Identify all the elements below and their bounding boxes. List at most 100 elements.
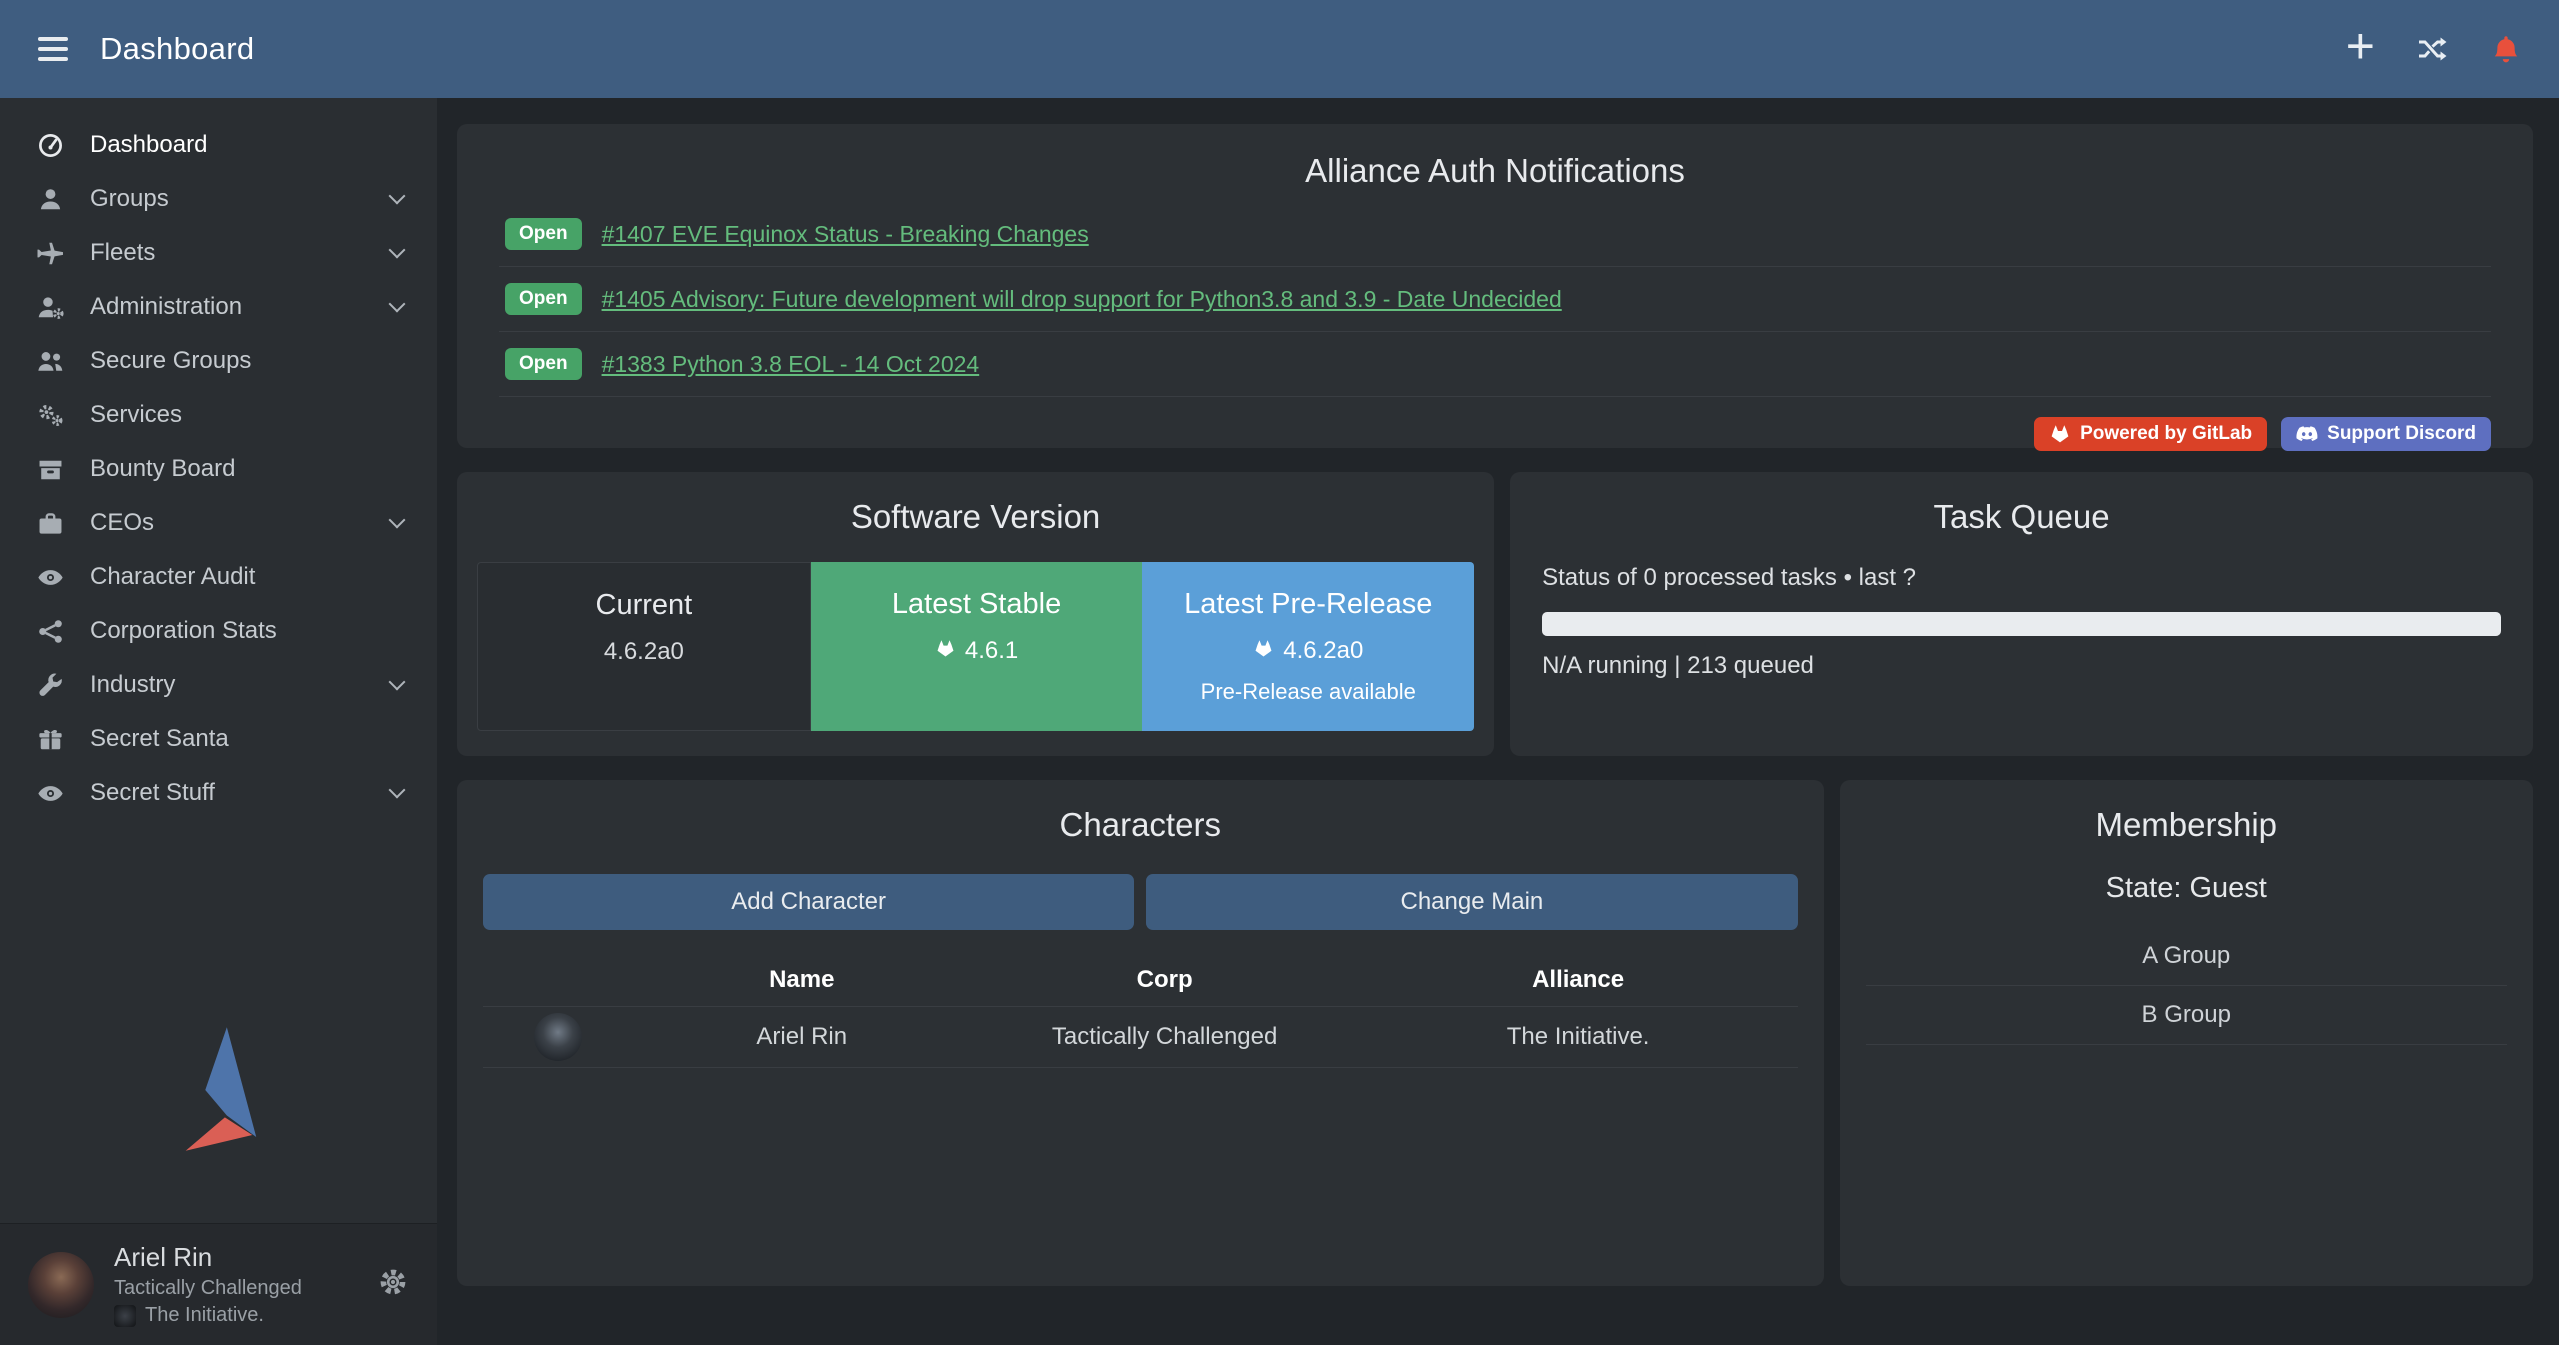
user-gear-icon	[34, 294, 66, 321]
column-header-corp: Corp	[971, 954, 1359, 1006]
sidebar-item-services[interactable]: Services	[0, 388, 437, 442]
table-header-row: Name Corp Alliance	[483, 954, 1798, 1006]
users-icon	[34, 348, 66, 375]
character-alliance: The Initiative.	[1359, 1015, 1798, 1059]
alliance-logo-small	[114, 1305, 136, 1327]
gitlab-icon	[935, 637, 956, 665]
current-version-card: Current 4.6.2a0	[477, 562, 811, 731]
portrait-column-header	[483, 968, 633, 992]
sidebar-item-dashboard[interactable]: Dashboard	[0, 118, 437, 172]
membership-panel: Membership State: Guest A Group B Group	[1840, 780, 2534, 1286]
sidebar-item-groups[interactable]: Groups	[0, 172, 437, 226]
shuffle-icon[interactable]	[2417, 35, 2449, 63]
notification-row: Open #1383 Python 3.8 EOL - 14 Oct 2024	[499, 332, 2491, 397]
user-name: Ariel Rin	[114, 1242, 302, 1273]
list-item: A Group	[1866, 927, 2508, 986]
sidebar-item-ceos[interactable]: CEOs	[0, 496, 437, 550]
hamburger-menu-icon[interactable]	[38, 31, 68, 67]
navbar-actions: +	[2346, 27, 2521, 71]
briefcase-icon	[34, 510, 66, 537]
prerelease-version: 4.6.2a0	[1283, 637, 1363, 665]
notification-row: Open #1405 Advisory: Future development …	[499, 267, 2491, 332]
latest-prerelease-card: Latest Pre-Release 4.6.2a0 Pre-Release a…	[1142, 562, 1474, 731]
chevron-down-icon	[389, 296, 406, 313]
version-cards: Current 4.6.2a0 Latest Stable 4.6.1 Late…	[477, 562, 1474, 731]
sidebar-item-secret-stuff[interactable]: Secret Stuff	[0, 766, 437, 820]
column-header-alliance: Alliance	[1359, 954, 1798, 1006]
user-settings-gear-icon[interactable]	[377, 1266, 409, 1303]
notification-link[interactable]: #1383 Python 3.8 EOL - 14 Oct 2024	[602, 351, 980, 378]
main-content: Alliance Auth Notifications Open #1407 E…	[437, 98, 2559, 1345]
user-icon	[34, 186, 66, 213]
sidebar-item-secret-santa[interactable]: Secret Santa	[0, 712, 437, 766]
user-panel: Ariel Rin Tactically Challenged The Init…	[0, 1223, 437, 1345]
column-header-name: Name	[633, 954, 971, 1006]
sidebar-item-industry[interactable]: Industry	[0, 658, 437, 712]
task-queue-panel: Task Queue Status of 0 processed tasks •…	[1510, 472, 2533, 756]
latest-stable-card: Latest Stable 4.6.1	[811, 562, 1143, 731]
software-version-panel: Software Version Current 4.6.2a0 Latest …	[457, 472, 1494, 756]
discord-icon	[2296, 424, 2318, 444]
sidebar-item-corporation-stats[interactable]: Corporation Stats	[0, 604, 437, 658]
gauge-icon	[34, 132, 66, 159]
sidebar-item-bounty-board[interactable]: Bounty Board	[0, 442, 437, 496]
fighter-jet-icon	[34, 240, 66, 267]
notification-link[interactable]: #1405 Advisory: Future development will …	[602, 286, 1562, 313]
notifications-panel: Alliance Auth Notifications Open #1407 E…	[457, 124, 2533, 448]
sidebar-item-label: Groups	[90, 185, 169, 213]
characters-table: Name Corp Alliance Ariel Rin Tactically …	[483, 954, 1798, 1068]
prerelease-label: Latest Pre-Release	[1142, 588, 1474, 621]
characters-panel: Characters Add Character Change Main Nam…	[457, 780, 1824, 1286]
sidebar-item-character-audit[interactable]: Character Audit	[0, 550, 437, 604]
top-navbar: Dashboard +	[0, 0, 2559, 98]
sidebar-item-label: Secret Santa	[90, 725, 229, 753]
sidebar-item-fleets[interactable]: Fleets	[0, 226, 437, 280]
membership-group-list: A Group B Group	[1866, 927, 2508, 1045]
notification-link[interactable]: #1407 EVE Equinox Status - Breaking Chan…	[602, 221, 1089, 248]
stable-version: 4.6.1	[965, 637, 1018, 665]
chevron-down-icon	[389, 782, 406, 799]
character-portrait	[534, 1013, 582, 1061]
status-badge: Open	[505, 348, 582, 380]
share-nodes-icon	[34, 618, 66, 645]
task-queue-title: Task Queue	[1542, 498, 2501, 536]
list-item: B Group	[1866, 986, 2508, 1045]
gitlab-icon	[1253, 637, 1274, 665]
sidebar: Dashboard Groups Fleets Administration S…	[0, 98, 437, 1345]
stable-label: Latest Stable	[811, 588, 1143, 621]
gears-icon	[34, 402, 66, 429]
sidebar-item-label: Secret Stuff	[90, 779, 215, 807]
change-main-button[interactable]: Change Main	[1146, 874, 1797, 930]
sidebar-item-secure-groups[interactable]: Secure Groups	[0, 334, 437, 388]
current-label: Current	[478, 589, 810, 622]
sidebar-item-administration[interactable]: Administration	[0, 280, 437, 334]
chevron-down-icon	[389, 512, 406, 529]
add-icon[interactable]: +	[2346, 21, 2375, 71]
sidebar-item-label: Character Audit	[90, 563, 255, 591]
notifications-bell-icon[interactable]	[2491, 34, 2521, 64]
task-queue-status: Status of 0 processed tasks • last ?	[1542, 564, 2501, 592]
character-corp: Tactically Challenged	[971, 1015, 1359, 1059]
notification-row: Open #1407 EVE Equinox Status - Breaking…	[499, 202, 2491, 267]
sidebar-item-label: Dashboard	[90, 131, 207, 159]
sidebar-item-label: CEOs	[90, 509, 154, 537]
sidebar-item-label: Administration	[90, 293, 242, 321]
powered-by-gitlab-badge[interactable]: Powered by GitLab	[2034, 417, 2267, 451]
footer-badges: Powered by GitLab Support Discord	[499, 417, 2491, 451]
sidebar-item-label: Fleets	[90, 239, 155, 267]
notifications-title: Alliance Auth Notifications	[499, 152, 2491, 190]
support-discord-badge[interactable]: Support Discord	[2281, 417, 2491, 451]
chevron-down-icon	[389, 242, 406, 259]
user-corp: Tactically Challenged	[114, 1277, 302, 1300]
prerelease-note: Pre-Release available	[1142, 679, 1474, 705]
add-character-button[interactable]: Add Character	[483, 874, 1134, 930]
membership-state: State: Guest	[1866, 872, 2508, 905]
sidebar-item-label: Bounty Board	[90, 455, 235, 483]
membership-title: Membership	[1866, 806, 2508, 844]
gift-icon	[34, 726, 66, 753]
wrench-icon	[34, 672, 66, 699]
sidebar-item-label: Corporation Stats	[90, 617, 277, 645]
table-row: Ariel Rin Tactically Challenged The Init…	[483, 1006, 1798, 1068]
user-avatar	[28, 1252, 94, 1318]
user-alliance: The Initiative.	[114, 1304, 302, 1327]
